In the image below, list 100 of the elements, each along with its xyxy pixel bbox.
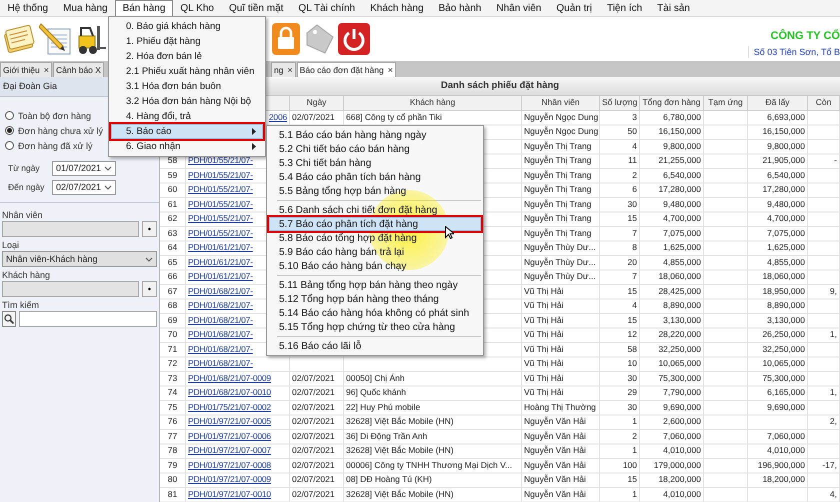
order-link[interactable]: 2006 — [268, 112, 287, 122]
menu-bar-item[interactable]: Tài sản — [650, 0, 698, 16]
order-link[interactable]: PDH/01/55/21/07- — [188, 228, 253, 238]
order-link[interactable]: PDH/01/68/21/07- — [188, 358, 253, 368]
order-link[interactable]: PDH/01/97/21/07-0007 — [188, 445, 271, 455]
submenu-item[interactable]: 5.14 Báo cáo hàng hóa không có phát sinh — [269, 306, 481, 320]
menu-bar-item[interactable]: Khách hàng — [362, 0, 432, 16]
tab[interactable]: Báo cáo đơn đặt hàng × — [296, 62, 396, 77]
order-link[interactable]: PDH/01/97/21/07-0010 — [188, 488, 271, 498]
submenu-item[interactable]: 5.2 Chi tiết báo cáo bán hàng — [269, 142, 481, 156]
search-button[interactable] — [2, 311, 16, 327]
tab[interactable]: Cảnh báo X — [53, 62, 104, 77]
menu-bar-item[interactable]: Quản trị — [548, 0, 600, 16]
submenu-item[interactable]: 5.16 Báo cáo lãi lỗ — [269, 339, 481, 353]
menu-item[interactable]: 1. Phiếu đặt hàng — [111, 34, 263, 49]
order-link[interactable]: PDH/01/55/21/07- — [188, 170, 253, 180]
submenu-item[interactable]: 5.1 Báo cáo bán hàng hàng ngày — [269, 128, 481, 142]
menu-bar-item[interactable]: Tiện ích — [599, 0, 650, 16]
tab[interactable]: Giới thiệu × — [0, 62, 52, 77]
column-header[interactable]: Số lượng — [602, 97, 638, 107]
order-link[interactable]: PDH/01/97/21/07-0008 — [188, 460, 271, 470]
order-link[interactable]: PDH/01/68/21/07- — [188, 286, 253, 296]
dropdown-field[interactable]: Nhân viên-Khách hàng — [2, 251, 157, 267]
order-link[interactable]: PDH/01/55/21/07- — [188, 213, 253, 223]
order-link[interactable]: PDH/01/68/21/07- — [188, 300, 253, 310]
radio-label[interactable]: Toàn bộ đơn hàng — [18, 110, 91, 120]
table-cell: 4,855,000 — [663, 256, 701, 266]
menu-bar-item[interactable]: Hệ thống — [0, 0, 56, 16]
order-link[interactable]: PDH/01/97/21/07-0006 — [188, 430, 271, 440]
column-header[interactable]: Nhân viên — [541, 97, 580, 107]
order-link[interactable]: PDH/01/61/21/07- — [188, 271, 253, 281]
menu-item[interactable]: 5. Báo cáo — [111, 124, 263, 139]
order-link[interactable]: PDH/01/68/21/07- — [188, 329, 253, 339]
order-link[interactable]: PDH/01/68/21/07- — [188, 314, 253, 324]
submenu-item[interactable]: 5.9 Báo cáo hàng bán trả lại — [269, 245, 481, 259]
menu-item[interactable]: 2.1 Phiếu xuất hàng nhân viên — [111, 64, 263, 79]
table-cell: 02/07/2021 — [292, 402, 335, 412]
submenu-item[interactable]: 5.12 Tổng hợp bán hàng theo tháng — [269, 292, 481, 306]
order-link[interactable]: PDH/01/61/21/07- — [188, 256, 253, 266]
table-cell: Nguyễn Văn Hải — [524, 460, 586, 470]
order-link[interactable]: PDH/01/68/21/07-0010 — [188, 387, 271, 397]
radio-label[interactable]: Đơn hàng đã xử lý — [18, 140, 92, 150]
submenu-item[interactable]: 5.8 Báo cáo tổng hợp đặt hàng — [269, 231, 481, 245]
menu-item[interactable]: 4. Hàng đổi, trả — [111, 109, 263, 124]
order-link[interactable]: PDH/01/55/21/07- — [188, 184, 253, 194]
tab[interactable]: ng × — [270, 62, 296, 77]
date-field[interactable]: 02/07/2021 — [52, 180, 116, 194]
table-cell: Nguyễn Thị Trang — [524, 213, 592, 223]
lock-icon[interactable] — [272, 23, 300, 55]
order-link[interactable]: PDH/01/68/21/07- — [188, 344, 253, 354]
table-cell: Nguyễn Văn Hải — [524, 430, 586, 440]
notepad-pencil-icon[interactable] — [39, 22, 73, 56]
input-field[interactable] — [2, 221, 139, 237]
input-field[interactable] — [19, 311, 157, 327]
column-header[interactable]: Khách hàng — [410, 97, 456, 107]
browse-button[interactable]: • — [142, 281, 157, 297]
order-link[interactable]: PDH/01/75/21/07-0002 — [188, 402, 271, 412]
column-header[interactable]: Ngày — [306, 97, 326, 107]
menu-item[interactable]: 3.2 Hóa đơn bán hàng Nội bộ — [111, 94, 263, 109]
submenu-item[interactable]: 5.5 Bảng tổng hợp bán hàng — [269, 184, 481, 198]
order-link[interactable]: PDH/01/61/21/07- — [188, 242, 253, 252]
browse-button[interactable]: • — [142, 221, 157, 237]
menu-item[interactable]: 6. Giao nhận — [111, 139, 263, 154]
submenu-item[interactable]: 5.11 Bảng tổng hợp bán hàng theo ngày — [269, 278, 481, 292]
menu-bar-item[interactable]: QL Kho — [172, 0, 222, 16]
column-header[interactable]: Tổng đơn hàng — [642, 97, 701, 107]
order-link[interactable]: PDH/01/97/21/07-0009 — [188, 474, 271, 484]
submenu-item[interactable]: 5.7 Báo cáo phân tích đặt hàng — [269, 217, 481, 231]
submenu-item[interactable]: 5.10 Báo cáo hàng bán chạy — [269, 259, 481, 273]
menu-bar-item[interactable]: Bán hàng — [115, 0, 173, 16]
menu-bar-item[interactable]: Quĩ tiền mặt — [221, 0, 291, 16]
radio-label[interactable]: Đơn hàng chưa xử lý — [18, 126, 103, 136]
submenu-item[interactable]: 5.4 Báo cáo phân tích bán hàng — [269, 170, 481, 184]
order-link[interactable]: PDH/01/55/21/07- — [188, 198, 253, 208]
close-button[interactable]: × — [388, 65, 393, 75]
radio-button[interactable] — [5, 111, 14, 120]
radio-button[interactable] — [5, 126, 14, 135]
date-field[interactable]: 01/07/2021 — [52, 160, 116, 176]
notes-icon[interactable] — [2, 22, 36, 56]
menu-bar-item[interactable]: Mua hàng — [56, 0, 116, 16]
order-link[interactable]: PDH/01/97/21/07-0005 — [188, 416, 271, 426]
order-link[interactable]: PDH/01/68/21/07-0009 — [188, 372, 271, 382]
close-button[interactable]: × — [287, 65, 293, 75]
menu-bar-item[interactable]: Bảo hành — [431, 0, 489, 16]
input-field[interactable] — [2, 281, 139, 297]
menu-bar-item[interactable]: Nhân viên — [488, 0, 549, 16]
menu-item[interactable]: 0. Báo giá khách hàng — [111, 19, 263, 34]
column-header[interactable]: Đã lấy — [765, 97, 790, 107]
submenu-item[interactable]: 5.6 Danh sách chi tiết đơn đặt hàng — [269, 203, 481, 217]
close-button[interactable]: × — [44, 65, 50, 75]
menu-item[interactable]: 2. Hóa đơn bán lẻ — [111, 49, 263, 64]
submenu-item[interactable]: 5.3 Chi tiết bán hàng — [269, 156, 481, 170]
menu-bar-item[interactable]: QL Tài chính — [290, 0, 363, 16]
power-icon[interactable] — [338, 23, 370, 55]
column-header[interactable]: Còn — [816, 97, 832, 107]
radio-button[interactable] — [5, 141, 14, 150]
order-link[interactable]: PDH/01/55/21/07- — [188, 155, 253, 165]
column-header[interactable]: Tạm ứng — [708, 97, 743, 107]
submenu-item[interactable]: 5.15 Tổng hợp chứng từ theo cửa hàng — [269, 320, 481, 334]
table-cell: 1 — [632, 488, 637, 498]
